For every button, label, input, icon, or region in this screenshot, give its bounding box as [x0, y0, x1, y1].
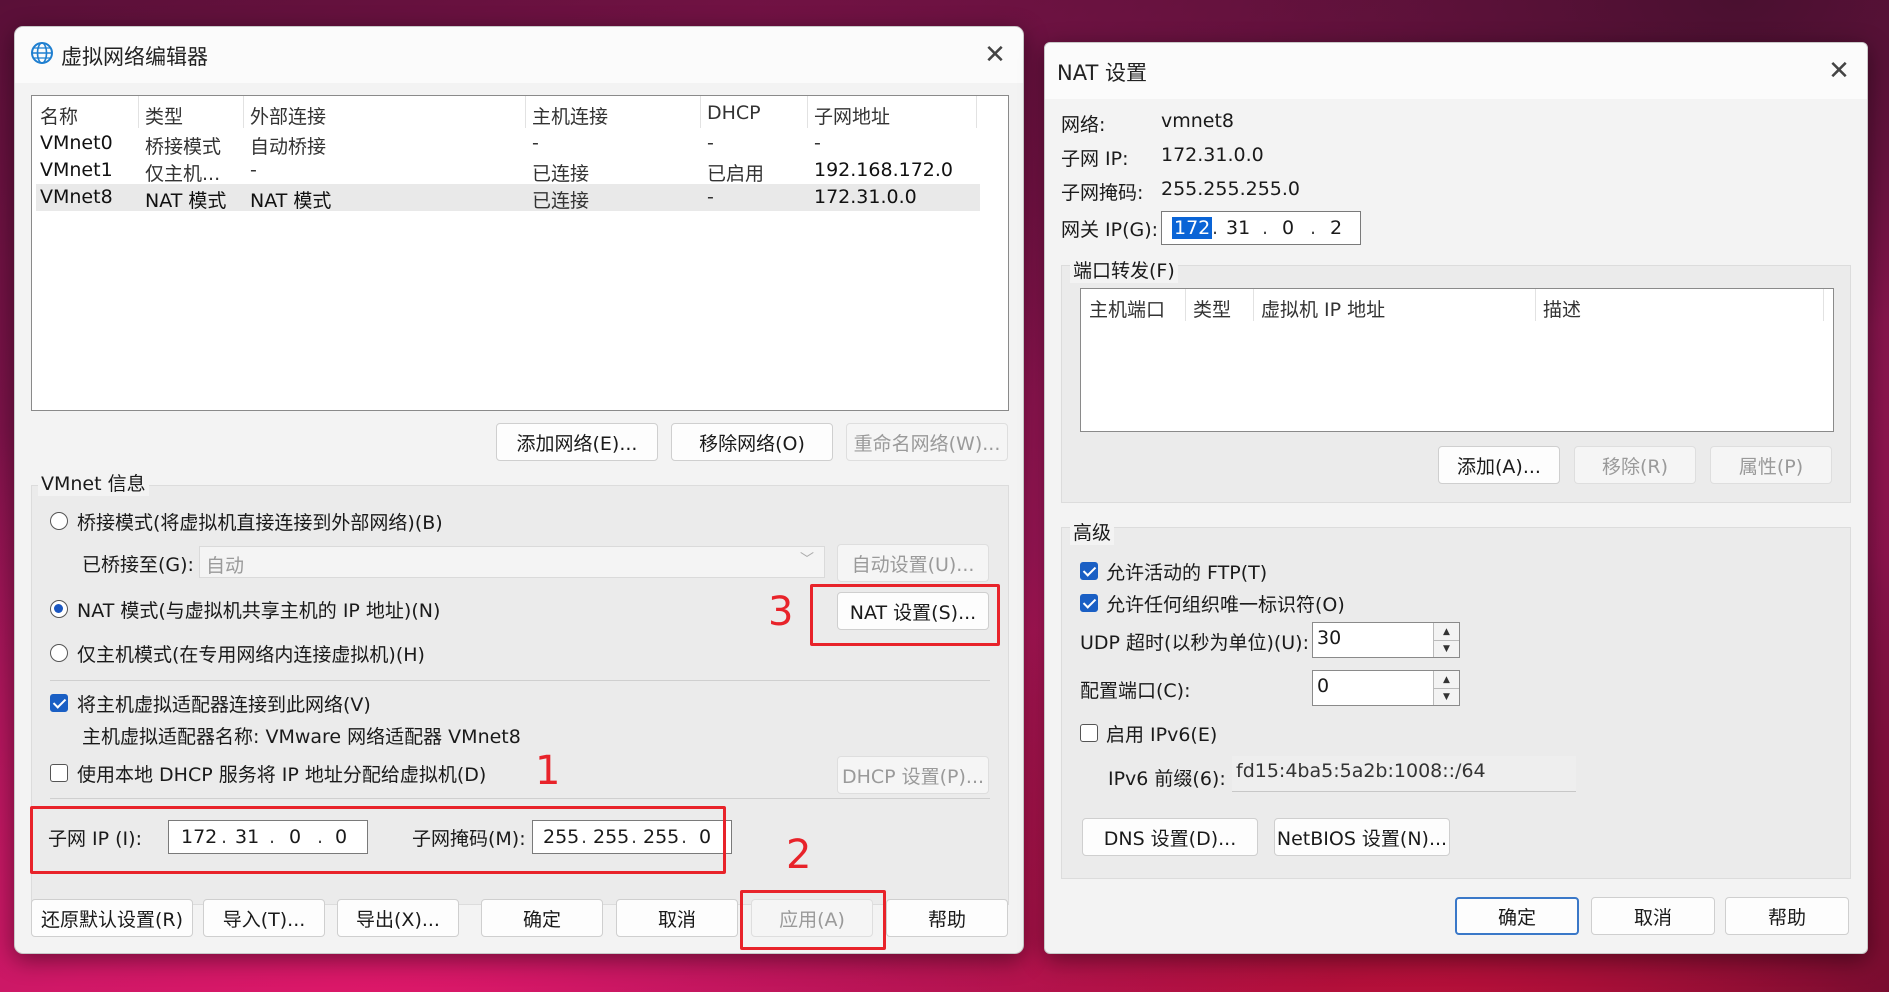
subnet-ip-value: 172.31.0.0 — [1161, 144, 1264, 166]
table-row-selected[interactable]: VMnet8 NAT 模式 NAT 模式 已连接 - 172.31.0.0 — [36, 184, 980, 212]
cancel-button[interactable]: 取消 — [1591, 897, 1715, 935]
restore-defaults-button[interactable]: 还原默认设置(R) — [31, 899, 193, 937]
column-header-vm-ip[interactable]: 虚拟机 IP 地址 — [1261, 295, 1385, 322]
annotation-box-apply — [740, 890, 886, 950]
auto-settings-button[interactable]: 自动设置(U)... — [837, 544, 989, 582]
netbios-settings-button[interactable]: NetBIOS 设置(N)... — [1274, 818, 1450, 856]
enable-ipv6-label[interactable]: 启用 IPv6(E) — [1106, 720, 1217, 747]
use-dhcp-label[interactable]: 使用本地 DHCP 服务将 IP 地址分配给虚拟机(D) — [77, 760, 486, 787]
subnet-ip-label: 子网 IP: — [1061, 148, 1129, 170]
column-header-name[interactable]: 名称 — [40, 102, 78, 129]
gateway-label: 网关 IP(G): — [1061, 219, 1159, 241]
port-forwarding-panel: 端口转发(F) 主机端口 类型 虚拟机 IP 地址 描述 添加(A)... 移除… — [1061, 256, 1851, 503]
chevron-down-icon: ﹀ — [800, 552, 814, 568]
dhcp-settings-button[interactable]: DHCP 设置(P)... — [837, 756, 989, 794]
window-title: 虚拟网络编辑器 — [61, 45, 208, 69]
help-button[interactable]: 帮助 — [886, 899, 1008, 937]
allow-any-uid-label[interactable]: 允许任何组织唯一标识符(O) — [1106, 590, 1345, 617]
ok-button[interactable]: 确定 — [1455, 897, 1579, 935]
spin-down-icon[interactable]: ▼ — [1433, 688, 1459, 705]
table-row[interactable]: VMnet1 仅主机... - 已连接 已启用 192.168.172.0 — [36, 157, 980, 185]
vmnet-info-heading: VMnet 信息 — [38, 469, 149, 496]
subnet-mask-value: 255.255.255.0 — [1161, 178, 1301, 200]
table-row[interactable]: VMnet0 桥接模式 自动桥接 - - - — [36, 130, 980, 158]
divider — [50, 798, 990, 799]
connect-adapter-label[interactable]: 将主机虚拟适配器连接到此网络(V) — [77, 690, 371, 717]
allow-any-uid-checkbox[interactable] — [1080, 594, 1098, 612]
close-icon[interactable]: ✕ — [975, 35, 1015, 75]
annotation-label-3: 3 — [768, 589, 794, 635]
udp-timeout-label: UDP 超时(以秒为单位)(U): — [1080, 632, 1309, 654]
subnet-mask-label: 子网掩码: — [1061, 182, 1144, 204]
bridge-mode-label[interactable]: 桥接模式(将虚拟机直接连接到外部网络)(B) — [77, 508, 443, 535]
advanced-heading: 高级 — [1070, 518, 1115, 545]
annotation-box-nat-settings — [810, 584, 1000, 646]
rename-network-button[interactable]: 重命名网络(W)... — [846, 423, 1008, 461]
network-list[interactable]: 名称 类型 外部连接 主机连接 DHCP 子网地址 VMnet0 桥接模式 自动… — [31, 95, 1009, 411]
ipv6-prefix-value: fd15:4ba5:5a2b:1008::/64 — [1236, 760, 1486, 782]
column-header-type[interactable]: 类型 — [1193, 295, 1231, 322]
bridged-to-label: 已桥接至(G): — [82, 554, 194, 576]
close-icon[interactable]: ✕ — [1819, 51, 1859, 91]
dns-settings-button[interactable]: DNS 设置(D)... — [1082, 818, 1258, 856]
advanced-panel: 高级 允许活动的 FTP(T) 允许任何组织唯一标识符(O) UDP 超时(以秒… — [1061, 518, 1851, 879]
spin-down-icon[interactable]: ▼ — [1433, 640, 1459, 657]
network-globe-icon — [29, 40, 55, 66]
help-button[interactable]: 帮助 — [1725, 897, 1849, 935]
import-button[interactable]: 导入(T)... — [203, 899, 325, 937]
remove-button[interactable]: 移除(R) — [1574, 446, 1696, 484]
add-network-button[interactable]: 添加网络(E)... — [496, 423, 658, 461]
config-port-value: 0 — [1317, 675, 1330, 697]
config-port-spinner[interactable]: 0 ▲ ▼ — [1312, 670, 1460, 706]
nat-mode-label[interactable]: NAT 模式(与虚拟机共享主机的 IP 地址)(N) — [77, 596, 440, 623]
udp-timeout-spinner[interactable]: 30 ▲ ▼ — [1312, 622, 1460, 658]
allow-active-ftp-label[interactable]: 允许活动的 FTP(T) — [1106, 558, 1267, 585]
allow-active-ftp-checkbox[interactable] — [1080, 562, 1098, 580]
add-button[interactable]: 添加(A)... — [1438, 446, 1560, 484]
annotation-label-1: 1 — [535, 748, 561, 794]
column-header-type[interactable]: 类型 — [145, 102, 183, 129]
column-header-host[interactable]: 主机连接 — [532, 102, 608, 129]
cancel-button[interactable]: 取消 — [616, 899, 738, 937]
properties-button[interactable]: 属性(P) — [1710, 446, 1832, 484]
annotation-box-subnet — [30, 806, 726, 874]
enable-ipv6-checkbox[interactable] — [1080, 724, 1098, 742]
host-only-mode-radio[interactable] — [50, 644, 68, 662]
title-bar: NAT 设置 ✕ — [1045, 43, 1867, 99]
config-port-label: 配置端口(C): — [1080, 680, 1191, 702]
nat-mode-radio[interactable] — [50, 600, 68, 618]
list-header: 名称 类型 外部连接 主机连接 DHCP 子网地址 — [32, 96, 1008, 130]
column-header-subnet[interactable]: 子网地址 — [814, 102, 890, 129]
host-only-mode-label[interactable]: 仅主机模式(在专用网络内连接虚拟机)(H) — [77, 640, 425, 667]
annotation-label-2: 2 — [786, 832, 812, 878]
ok-button[interactable]: 确定 — [481, 899, 603, 937]
port-forwarding-list[interactable]: 主机端口 类型 虚拟机 IP 地址 描述 — [1080, 288, 1834, 432]
remove-network-button[interactable]: 移除网络(O) — [671, 423, 833, 461]
ipv6-prefix-label: IPv6 前缀(6): — [1108, 768, 1226, 790]
bridged-to-value: 自动 — [206, 555, 245, 577]
title-bar: 虚拟网络编辑器 ✕ — [15, 27, 1023, 83]
use-dhcp-checkbox[interactable] — [50, 764, 68, 782]
port-forwarding-heading: 端口转发(F) — [1070, 256, 1178, 283]
connect-adapter-checkbox[interactable] — [50, 694, 68, 712]
nat-settings-window: NAT 设置 ✕ 网络: vmnet8 子网 IP: 172.31.0.0 子网… — [1044, 42, 1868, 954]
ipv6-prefix-input[interactable]: fd15:4ba5:5a2b:1008::/64 — [1232, 756, 1576, 792]
export-button[interactable]: 导出(X)... — [337, 899, 459, 937]
network-value: vmnet8 — [1161, 110, 1235, 132]
window-title: NAT 设置 — [1057, 61, 1147, 85]
spin-up-icon[interactable]: ▲ — [1433, 671, 1459, 688]
column-header-dhcp[interactable]: DHCP — [707, 102, 761, 124]
adapter-name-text: 主机虚拟适配器名称: VMware 网络适配器 VMnet8 — [82, 726, 521, 748]
bridge-mode-radio[interactable] — [50, 512, 68, 530]
bridged-to-dropdown[interactable]: 自动 ﹀ — [199, 546, 825, 578]
divider — [50, 680, 990, 681]
udp-timeout-value: 30 — [1317, 627, 1342, 649]
column-header-description[interactable]: 描述 — [1543, 295, 1581, 322]
network-label: 网络: — [1061, 114, 1106, 136]
gateway-ip-input[interactable]: 172 . 31 . 0 . 2 — [1161, 211, 1361, 245]
column-header-host-port[interactable]: 主机端口 — [1089, 295, 1165, 322]
column-header-external[interactable]: 外部连接 — [250, 102, 326, 129]
spin-up-icon[interactable]: ▲ — [1433, 623, 1459, 640]
